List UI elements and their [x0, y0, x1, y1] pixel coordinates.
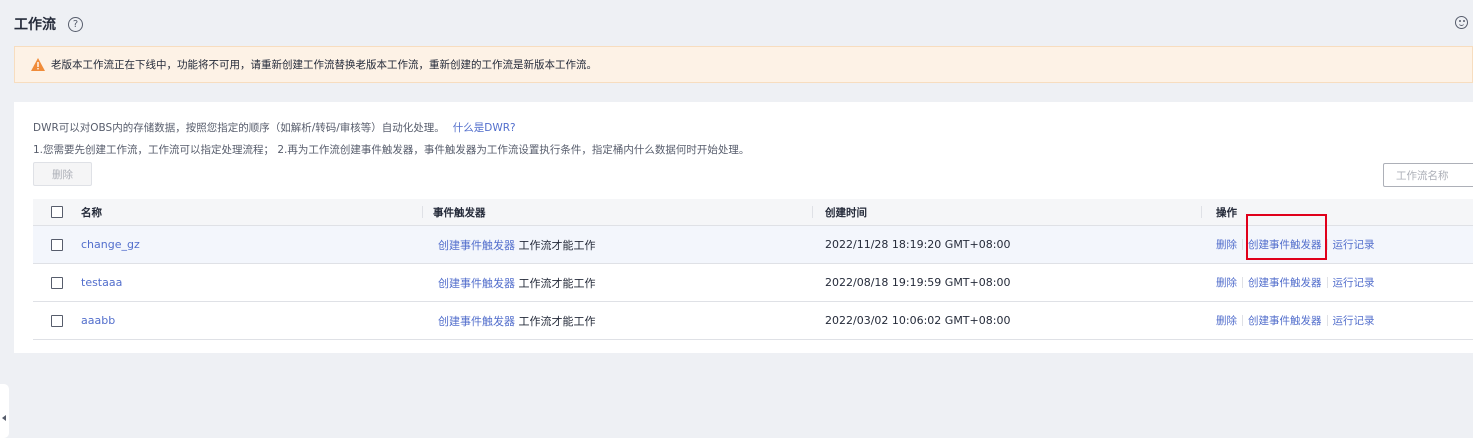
row-checkbox[interactable] — [51, 276, 63, 289]
row-checkbox[interactable] — [51, 314, 63, 327]
row-run-log-link[interactable]: 运行记录 — [1333, 313, 1375, 328]
smile-icon[interactable] — [1455, 16, 1468, 29]
action-divider — [1326, 277, 1328, 288]
row-delete-link[interactable]: 删除 — [1216, 275, 1237, 290]
row-create-trigger-link[interactable]: 创建事件触发器 — [1248, 313, 1322, 328]
action-divider — [1242, 315, 1243, 326]
workflow-name-link[interactable]: testaaa — [81, 276, 122, 289]
row-delete-link[interactable]: 删除 — [1216, 313, 1237, 328]
page-header: 工作流 ? — [14, 14, 83, 34]
create-trigger-link[interactable]: 创建事件触发器 — [438, 237, 515, 253]
alert-text: 老版本工作流正在下线中，功能将不可用，请重新创建工作流替换老版本工作流，重新创建… — [51, 59, 597, 71]
column-divider — [1201, 206, 1202, 218]
created-time: 2022/08/18 19:19:59 GMT+08:00 — [825, 276, 1011, 289]
create-trigger-link[interactable]: 创建事件触发器 — [438, 275, 515, 291]
workflow-name-link[interactable]: change_gz — [81, 238, 140, 251]
column-divider — [812, 206, 813, 218]
column-header-created: 创建时间 — [825, 206, 867, 219]
intro-text: DWR可以对OBS内的存储数据，按照您指定的顺序（如解析/转码/审核等）自动化处… — [33, 122, 445, 134]
row-delete-link[interactable]: 删除 — [1216, 237, 1237, 252]
row-run-log-link[interactable]: 运行记录 — [1333, 237, 1375, 252]
column-header-actions: 操作 — [1216, 206, 1237, 219]
created-time: 2022/11/28 18:19:20 GMT+08:00 — [825, 238, 1011, 251]
intro-line-2: 1.您需要先创建工作流，工作流可以指定处理流程； 2.再为工作流创建事件触发器，… — [33, 144, 750, 156]
trigger-hint-text: 工作流才能工作 — [518, 314, 596, 328]
created-time: 2022/03/02 10:06:02 GMT+08:00 — [825, 314, 1011, 327]
delete-button[interactable]: 删除 — [33, 162, 92, 186]
deprecation-alert: 老版本工作流正在下线中，功能将不可用，请重新创建工作流替换老版本工作流，重新创建… — [14, 46, 1473, 83]
page-title: 工作流 — [14, 17, 56, 33]
collapse-left-icon[interactable] — [0, 384, 9, 438]
table-row: testaaa 创建事件触发器 工作流才能工作 2022/08/18 19:19… — [33, 264, 1473, 302]
create-trigger-link[interactable]: 创建事件触发器 — [438, 313, 515, 329]
row-checkbox[interactable] — [51, 238, 63, 251]
select-all-checkbox[interactable] — [51, 206, 63, 218]
column-divider — [422, 206, 423, 218]
trigger-hint-text: 工作流才能工作 — [518, 238, 596, 252]
row-create-trigger-link[interactable]: 创建事件触发器 — [1248, 275, 1322, 290]
intro-line-1: DWR可以对OBS内的存储数据，按照您指定的顺序（如解析/转码/审核等）自动化处… — [33, 120, 516, 135]
workflow-name-search-input[interactable]: 工作流名称 — [1383, 163, 1473, 187]
column-header-trigger: 事件触发器 — [433, 206, 486, 219]
action-divider — [1242, 239, 1243, 250]
workflow-name-link[interactable]: aaabb — [81, 314, 115, 327]
trigger-hint-text: 工作流才能工作 — [518, 276, 596, 290]
column-header-name: 名称 — [81, 206, 102, 219]
warning-icon — [31, 58, 45, 71]
action-divider — [1242, 277, 1243, 288]
table-row: aaabb 创建事件触发器 工作流才能工作 2022/03/02 10:06:0… — [33, 302, 1473, 340]
help-icon[interactable]: ? — [68, 16, 83, 32]
action-divider — [1326, 315, 1328, 326]
what-is-dwr-link[interactable]: 什么是DWR? — [453, 122, 516, 134]
highlight-box — [1246, 214, 1327, 260]
row-run-log-link[interactable]: 运行记录 — [1333, 275, 1375, 290]
